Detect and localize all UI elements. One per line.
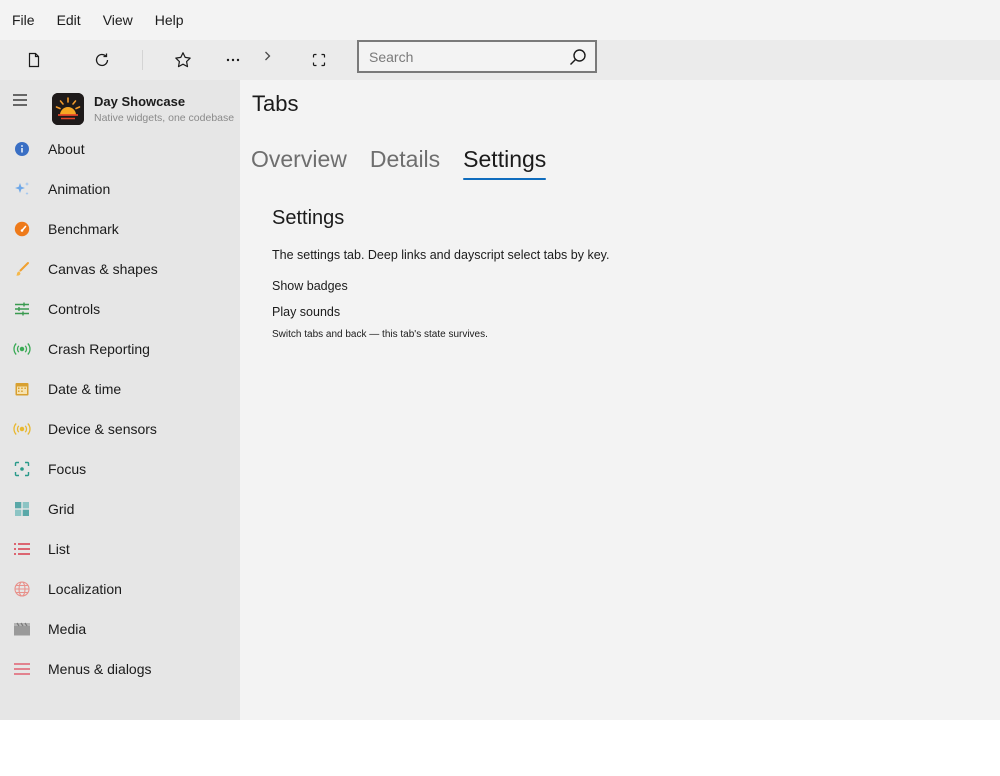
app-window: File Edit View Help Search Day Showcase … bbox=[0, 0, 1000, 720]
app-title: Day Showcase bbox=[94, 94, 186, 109]
sidebar-item-label: List bbox=[48, 541, 70, 557]
sidebar-item-label: Grid bbox=[48, 501, 75, 517]
sidebar-item-label: Media bbox=[48, 621, 87, 637]
focus-icon bbox=[12, 459, 32, 479]
grid-icon bbox=[12, 499, 32, 519]
sidebar-item-benchmark[interactable]: Benchmark bbox=[0, 209, 240, 249]
menu-icon bbox=[12, 659, 32, 679]
panel-title: Settings bbox=[272, 207, 345, 229]
search-input[interactable] bbox=[359, 42, 561, 71]
main-content: Tabs Overview Details Settings Settings … bbox=[240, 80, 1000, 720]
sidebar-item-label: Animation bbox=[48, 181, 111, 197]
sidebar: Day Showcase Native widgets, one codebas… bbox=[0, 80, 240, 720]
play-sounds-option[interactable]: Play sounds bbox=[272, 305, 340, 319]
menu-file[interactable]: File bbox=[4, 0, 43, 40]
sparkle-icon bbox=[12, 179, 32, 199]
show-badges-option[interactable]: Show badges bbox=[272, 279, 348, 293]
sidebar-item-grid[interactable]: Grid bbox=[0, 489, 240, 529]
page-title: Tabs bbox=[252, 91, 299, 116]
panel-note: Switch tabs and back — this tab's state … bbox=[272, 329, 488, 340]
search-icon[interactable] bbox=[561, 42, 595, 71]
sidebar-item-label: Device & sensors bbox=[48, 421, 157, 437]
sidebar-item-label: Menus & dialogs bbox=[48, 661, 152, 677]
sidebar-item-date-time[interactable]: Date & time bbox=[0, 369, 240, 409]
globe-icon bbox=[12, 579, 32, 599]
tab-bar: Overview Details Settings bbox=[251, 146, 569, 180]
search-box bbox=[357, 40, 597, 73]
sidebar-item-device-sensors[interactable]: Device & sensors bbox=[0, 409, 240, 449]
menu-bar: File Edit View Help bbox=[0, 0, 1000, 40]
menu-view[interactable]: View bbox=[95, 0, 141, 40]
brush-icon bbox=[12, 259, 32, 279]
sidebar-item-crash-reporting[interactable]: Crash Reporting bbox=[0, 329, 240, 369]
tab-settings[interactable]: Settings bbox=[463, 146, 547, 180]
more-icon[interactable] bbox=[221, 48, 245, 72]
calendar-icon bbox=[12, 379, 32, 399]
sidebar-item-focus[interactable]: Focus bbox=[0, 449, 240, 489]
tab-panel-settings: Settings The settings tab. Deep links an… bbox=[272, 207, 609, 340]
menu-help[interactable]: Help bbox=[147, 0, 192, 40]
app-subtitle: Native widgets, one codebase bbox=[94, 112, 235, 124]
sidebar-item-canvas-shapes[interactable]: Canvas & shapes bbox=[0, 249, 240, 289]
new-file-icon[interactable] bbox=[22, 48, 46, 72]
sidebar-item-controls[interactable]: Controls bbox=[0, 289, 240, 329]
refresh-icon[interactable] bbox=[90, 48, 114, 72]
sidebar-item-about[interactable]: About bbox=[0, 129, 240, 169]
sidebar-item-list[interactable]: List bbox=[0, 529, 240, 569]
sidebar-item-media[interactable]: Media bbox=[0, 609, 240, 649]
menu-edit[interactable]: Edit bbox=[49, 0, 89, 40]
panel-description: The settings tab. Deep links and dayscri… bbox=[272, 248, 610, 262]
sensor-icon bbox=[12, 419, 32, 439]
sidebar-item-animation[interactable]: Animation bbox=[0, 169, 240, 209]
list-icon bbox=[12, 539, 32, 559]
sidebar-item-menus-dialogs[interactable]: Menus & dialogs bbox=[0, 649, 240, 689]
sidebar-nav: About Animation Benchmark Canvas & shape… bbox=[0, 129, 240, 689]
sidebar-item-label: Focus bbox=[48, 461, 87, 477]
tab-details[interactable]: Details bbox=[370, 146, 440, 179]
sliders-icon bbox=[12, 299, 32, 319]
chevron-right-icon[interactable] bbox=[255, 44, 279, 68]
sidebar-item-label: Controls bbox=[48, 301, 101, 317]
sidebar-item-localization[interactable]: Localization bbox=[0, 569, 240, 609]
gauge-icon bbox=[12, 219, 32, 239]
sidebar-item-label: Localization bbox=[48, 581, 122, 597]
sidebar-item-label: Canvas & shapes bbox=[48, 261, 158, 277]
star-icon[interactable] bbox=[171, 48, 195, 72]
tab-overview[interactable]: Overview bbox=[251, 146, 347, 179]
clapper-icon bbox=[12, 619, 32, 639]
fullscreen-icon[interactable] bbox=[307, 48, 331, 72]
sidebar-item-label: About bbox=[48, 141, 85, 157]
sidebar-item-label: Crash Reporting bbox=[48, 341, 150, 357]
hamburger-menu-icon[interactable] bbox=[8, 88, 32, 112]
sidebar-item-label: Date & time bbox=[48, 381, 122, 397]
toolbar-divider bbox=[142, 50, 143, 70]
app-logo bbox=[52, 93, 84, 125]
sidebar-item-label: Benchmark bbox=[48, 221, 119, 237]
info-icon bbox=[12, 139, 32, 159]
broadcast-icon bbox=[12, 339, 32, 359]
